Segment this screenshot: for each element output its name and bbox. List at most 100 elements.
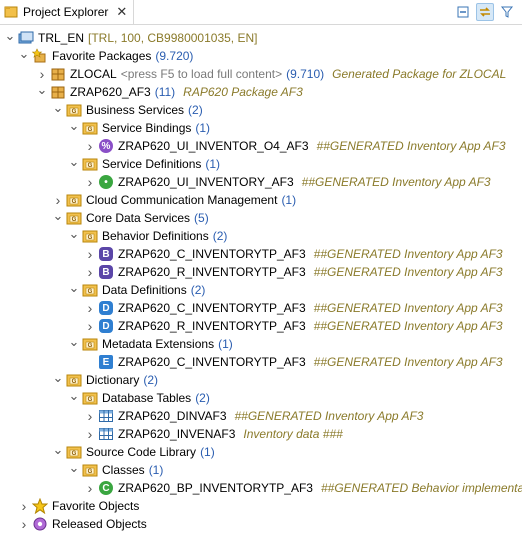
collapse-all-icon[interactable] xyxy=(454,3,472,21)
tree-item-count: (2) xyxy=(195,391,210,405)
class-icon: C xyxy=(98,480,114,496)
tree-item-service-definitions[interactable]: ⌄ G Service Definitions (1) xyxy=(68,153,221,173)
tree-item-zrap620-c-inventorytp-af3[interactable]: E ZRAP620_C_INVENTORYTP_AF3 ##GENERATED In… xyxy=(84,353,503,371)
chevron-down-icon[interactable]: ⌄ xyxy=(52,99,64,117)
tree-item-count: (9.720) xyxy=(155,49,194,63)
tree-item-description: ##GENERATED Inventory App AF3 xyxy=(313,355,503,369)
svg-text:G: G xyxy=(88,127,93,133)
tree-item-zrap620-dinvaf3[interactable]: › ZRAP620_DINVAF3 ##GENERATED Inventory Ap… xyxy=(84,407,424,425)
svg-text:G: G xyxy=(72,217,77,223)
tree-item-count: (11) xyxy=(154,85,176,99)
tree-item-service-bindings[interactable]: ⌄ G Service Bindings (1) xyxy=(68,117,211,137)
tree-item-label: Service Definitions xyxy=(102,157,202,171)
tree-item-label: Favorite Objects xyxy=(52,499,140,513)
tree-item-zrap620-r-inventorytp-af3[interactable]: › B ZRAP620_R_INVENTORYTP_AF3 ##GENERATED I… xyxy=(84,263,503,281)
tree-item-count: (1) xyxy=(200,445,215,459)
tree-item-favorite-packages[interactable]: ⌄ Favorite Packages (9.720) xyxy=(18,45,194,65)
data-definition-icon: D xyxy=(98,300,114,316)
tree-item-label: TRL_EN xyxy=(38,31,85,45)
folder-icon: G xyxy=(66,210,82,226)
tree-item-description: Generated Package for ZLOCAL xyxy=(332,67,507,81)
chevron-down-icon[interactable]: ⌄ xyxy=(68,333,80,351)
tree-item-label: Classes xyxy=(102,463,145,477)
tree-item-metadata-extensions[interactable]: ⌄ G Metadata Extensions (1) xyxy=(68,333,233,353)
svg-text:G: G xyxy=(72,109,77,115)
svg-text:G: G xyxy=(88,397,93,403)
chevron-right-icon[interactable]: › xyxy=(84,425,96,443)
tree-item-zrap620-bp-inventorytp-af3[interactable]: › C ZRAP620_BP_INVENTORYTP_AF3 ##GENERATED … xyxy=(84,479,522,497)
svg-text:G: G xyxy=(88,343,93,349)
svg-text:G: G xyxy=(88,469,93,475)
link-with-editor-icon[interactable] xyxy=(476,3,494,21)
tree-item-label: ZRAP620_C_INVENTORYTP_AF3 xyxy=(118,355,306,369)
chevron-right-icon[interactable]: › xyxy=(84,263,96,281)
tree-item-label: Dictionary xyxy=(86,373,140,387)
folder-icon: G xyxy=(66,102,82,118)
tree-item-description: Inventory data ### xyxy=(243,427,343,441)
chevron-right-icon[interactable]: › xyxy=(84,317,96,335)
tree-item-zrap620-c-inventorytp-af3[interactable]: › D ZRAP620_C_INVENTORYTP_AF3 ##GENERATED I… xyxy=(84,299,503,317)
close-icon[interactable]: ✕ xyxy=(116,4,127,20)
tree-item-label: Service Bindings xyxy=(102,121,192,135)
svg-text:G: G xyxy=(88,163,93,169)
tree-item-count: (9.710) xyxy=(286,67,325,81)
chevron-right-icon[interactable]: › xyxy=(84,299,96,317)
tree-item-zrap620-invenaf3[interactable]: › ZRAP620_INVENAF3 Inventory data ### xyxy=(84,425,343,443)
tree-item-zrap620-af3[interactable]: ⌄ ZRAP620_AF3 (11) RAP620 Package AF3 xyxy=(36,81,303,101)
tree-item-label: Database Tables xyxy=(102,391,192,405)
tab-project-explorer[interactable]: Project Explorer ✕ xyxy=(0,0,135,24)
chevron-right-icon[interactable]: › xyxy=(84,407,96,425)
chevron-down-icon[interactable]: ⌄ xyxy=(68,279,80,297)
favorite-packages-icon xyxy=(32,48,48,64)
tree-item-cloud-communication-management[interactable]: › G Cloud Communication Management (1) xyxy=(52,191,296,209)
tree-item-label: ZRAP620_INVENAF3 xyxy=(118,427,236,441)
tree-item-trl-en[interactable]: ⌄ TRL_EN [TRL, 100, CB9980001035, EN] xyxy=(4,27,258,47)
tree-item-count: (2) xyxy=(188,103,203,117)
project-icon xyxy=(18,30,34,46)
tree-item-label: Metadata Extensions xyxy=(102,337,215,351)
project-explorer-icon xyxy=(4,5,18,19)
chevron-right-icon[interactable]: › xyxy=(18,497,30,515)
tree-item-label: ZRAP620_C_INVENTORYTP_AF3 xyxy=(118,301,306,315)
chevron-right-icon[interactable]: › xyxy=(84,245,96,263)
chevron-right-icon[interactable]: › xyxy=(84,137,96,155)
chevron-down-icon[interactable]: ⌄ xyxy=(52,207,64,225)
folder-icon: G xyxy=(66,192,82,208)
folder-icon: G xyxy=(82,336,98,352)
database-table-icon xyxy=(98,426,114,442)
tree-item-description: ##GENERATED Inventory App AF3 xyxy=(316,139,506,153)
chevron-down-icon[interactable]: ⌄ xyxy=(36,81,48,99)
tree-item-behavior-definitions[interactable]: ⌄ G Behavior Definitions (2) xyxy=(68,225,228,245)
tree-item-zlocal[interactable]: › ZLOCAL <press F5 to load full content> (9… xyxy=(36,65,507,83)
tree-item-description: ##GENERATED Inventory App AF3 xyxy=(313,265,503,279)
tree-item-count: (2) xyxy=(143,373,159,387)
chevron-down-icon[interactable]: ⌄ xyxy=(68,153,80,171)
folder-icon: G xyxy=(82,120,98,136)
chevron-down-icon[interactable]: ⌄ xyxy=(68,225,80,243)
behavior-definition-icon: B xyxy=(98,264,114,280)
tree-item-zrap620-ui-inventory-af3[interactable]: › • ZRAP620_UI_INVENTORY_AF3 ##GENERATED In… xyxy=(84,173,491,191)
chevron-down-icon[interactable]: ⌄ xyxy=(68,387,80,405)
tree-item-zrap620-c-inventorytp-af3[interactable]: › B ZRAP620_C_INVENTORYTP_AF3 ##GENERATED I… xyxy=(84,245,503,263)
chevron-right-icon[interactable]: › xyxy=(84,173,96,191)
tree-item-zrap620-ui-inventor-o4-af3[interactable]: ›% ZRAP620_UI_INVENTOR_O4_AF3 ##GENERATED … xyxy=(84,137,506,155)
tree-item-favorite-objects[interactable]: › Favorite Objects xyxy=(18,497,139,515)
svg-text:G: G xyxy=(72,199,77,205)
tree-item-description: ##GENERATED Inventory App AF3 xyxy=(313,247,503,261)
filter-icon[interactable] xyxy=(498,3,516,21)
tree-item-zrap620-r-inventorytp-af3[interactable]: › D ZRAP620_R_INVENTORYTP_AF3 ##GENERATED I… xyxy=(84,317,503,335)
chevron-right-icon[interactable]: › xyxy=(84,479,96,497)
chevron-right-icon[interactable]: › xyxy=(18,515,30,533)
chevron-down-icon[interactable]: ⌄ xyxy=(52,441,64,459)
chevron-down-icon[interactable]: ⌄ xyxy=(68,117,80,135)
tree-item-data-definitions[interactable]: ⌄ G Data Definitions (2) xyxy=(68,279,206,299)
chevron-down-icon[interactable]: ⌄ xyxy=(18,45,30,63)
tree-item-classes[interactable]: ⌄ G Classes (1) xyxy=(68,459,164,479)
tree-item-released-objects[interactable]: › Released Objects xyxy=(18,515,147,533)
tree-item-database-tables[interactable]: ⌄ G Database Tables (2) xyxy=(68,387,210,407)
chevron-down-icon[interactable]: ⌄ xyxy=(68,459,80,477)
svg-text:G: G xyxy=(72,451,77,457)
chevron-down-icon[interactable]: ⌄ xyxy=(52,369,64,387)
tree-item-label: Source Code Library xyxy=(86,445,197,459)
chevron-down-icon[interactable]: ⌄ xyxy=(4,27,16,45)
